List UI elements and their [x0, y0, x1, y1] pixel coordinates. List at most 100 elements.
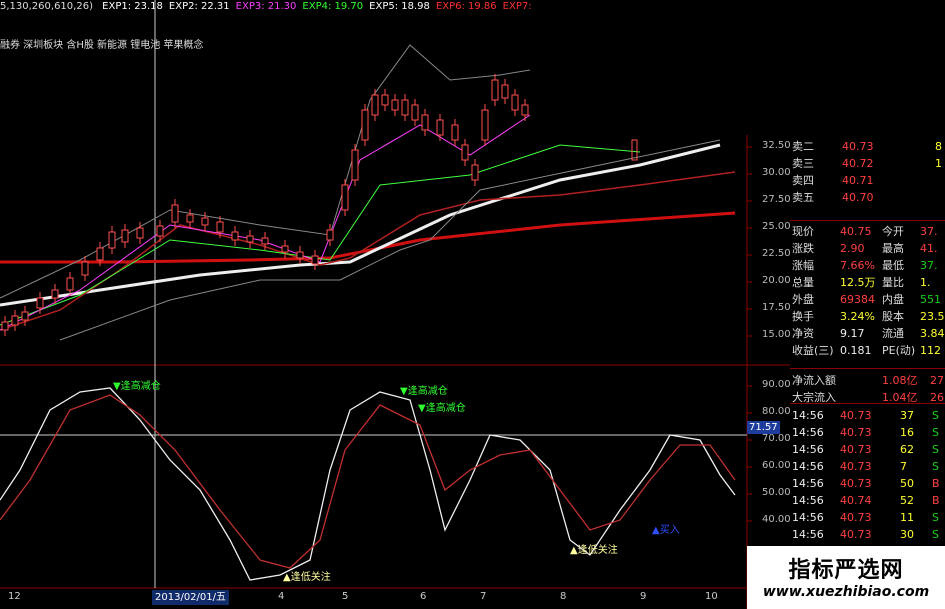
stat-label: 涨幅: [792, 259, 814, 272]
oscillator-fast-line: [0, 387, 736, 581]
tick-row: 14:56 40.74 52 B: [790, 492, 945, 509]
candle: [521, 104, 529, 116]
kline-chart[interactable]: ▼逢高减仓 ▼逢高减仓 ▼逢高减仓 ▲逢低关注 ▲逢低关注 ▲买入: [0, 0, 790, 609]
candle: [436, 119, 444, 136]
stat-label: 最低: [882, 259, 904, 272]
stat-label: 内盘: [882, 293, 904, 306]
tick-price: 40.73: [840, 426, 872, 439]
price-tick: 32.50: [762, 140, 791, 151]
tick-price: 40.73: [840, 528, 872, 541]
stat-value: 23.5: [920, 310, 945, 323]
candle: [381, 94, 389, 106]
stat-label: 股本: [882, 310, 904, 323]
tick-volume: 11: [900, 511, 914, 524]
candle: [471, 164, 479, 181]
panel-divider: [790, 220, 945, 221]
stat-value: 2.90: [840, 242, 865, 255]
time-tick: 9: [640, 591, 647, 602]
flow-value: 1.08亿: [882, 374, 918, 387]
stat-row: 现价 40.75 今开 37.: [790, 223, 945, 240]
capital-flow-row: 净流入额 1.08亿 27: [790, 372, 945, 389]
oscillator-tick: 70.00: [762, 433, 791, 444]
candle: [81, 261, 89, 276]
stat-value: 3.24%: [840, 310, 875, 323]
candle: [136, 227, 144, 239]
oscillator-tick: 50.00: [762, 487, 791, 498]
order-book-row: 卖五 40.70: [790, 189, 945, 206]
tick-volume: 50: [900, 477, 914, 490]
order-level: 卖五: [792, 191, 814, 204]
candle: [51, 289, 59, 299]
stat-value: 37.: [920, 259, 938, 272]
candle: [108, 231, 116, 249]
time-tick: 6: [420, 591, 427, 602]
candle: [66, 277, 74, 291]
candle: [156, 225, 164, 237]
stat-row: 外盘 69384 内盘 551: [790, 291, 945, 308]
candle: [341, 184, 349, 211]
candle: [351, 149, 359, 181]
oscillator-tick: 40.00: [762, 514, 791, 525]
time-tick: 8: [560, 591, 567, 602]
time-tick: 7: [480, 591, 487, 602]
tick-row: 14:56 40.73 62 S: [790, 441, 945, 458]
tick-volume: 37: [900, 409, 914, 422]
tick-side: B: [932, 477, 940, 490]
stat-value: 551: [920, 293, 941, 306]
stat-label: 收益(三): [792, 344, 834, 357]
stat-value: 7.66%: [840, 259, 875, 272]
candle: [96, 247, 104, 261]
stat-label: 净资: [792, 327, 814, 340]
stat-value: 112: [920, 344, 941, 357]
candle: [261, 237, 269, 245]
candle: [216, 221, 224, 233]
order-book-row: 卖四 40.71: [790, 172, 945, 189]
tick-time: 14:56: [792, 511, 824, 524]
tick-side: S: [932, 511, 939, 524]
stat-row: 收益(三) 0.181 PE(动) 112: [790, 342, 945, 359]
candle: [411, 104, 419, 121]
tick-row: 14:56 40.73 30 S: [790, 526, 945, 543]
time-tick: 10: [705, 591, 718, 602]
price-tick: 22.50: [762, 248, 791, 259]
tick-time: 14:56: [792, 528, 824, 541]
candle: [421, 114, 429, 131]
tick-row: 14:56 40.73 50 B: [790, 475, 945, 492]
stat-value: 1.: [920, 276, 931, 289]
stat-row: 换手 3.24% 股本 23.5: [790, 308, 945, 325]
stat-row: 涨跌 2.90 最高 41.: [790, 240, 945, 257]
time-tick: 5: [342, 591, 349, 602]
candle: [361, 109, 369, 141]
stat-value: 12.5万: [840, 276, 876, 289]
price-tick: 30.00: [762, 167, 791, 178]
oscillator-current-value: 71.57: [747, 421, 780, 434]
stat-label: 外盘: [792, 293, 814, 306]
signal-buy-blue: ▲买入: [652, 524, 680, 536]
tick-side: S: [932, 443, 939, 456]
candle: [246, 235, 254, 243]
candle: [121, 229, 129, 243]
stat-value: 40.75: [840, 225, 872, 238]
stat-label: 现价: [792, 225, 814, 238]
price-tick: 20.00: [762, 275, 791, 286]
stat-row: 净资 9.17 流通 3.84: [790, 325, 945, 342]
stat-value: 37.: [920, 225, 938, 238]
tick-side: S: [932, 460, 939, 473]
oscillator-tick: 80.00: [762, 406, 791, 417]
tick-side: S: [932, 409, 939, 422]
watermark-title: 指标严选网: [788, 558, 904, 583]
oscillator-slow-line: [0, 394, 736, 569]
candle: [501, 84, 509, 99]
candle: [481, 109, 489, 141]
order-level: 卖三: [792, 157, 814, 170]
tick-side: S: [932, 528, 939, 541]
flow-extra: 27: [930, 374, 944, 387]
signal-sell: ▼逢高减仓: [418, 401, 466, 414]
order-price: 40.72: [842, 157, 874, 170]
tick-price: 40.74: [840, 494, 872, 507]
tick-side: S: [932, 426, 939, 439]
price-tick: 17.50: [762, 302, 791, 313]
crosshair-date: 2013/02/01/五: [152, 590, 230, 605]
oscillator-tick: 90.00: [762, 379, 791, 390]
candle: [186, 214, 194, 223]
